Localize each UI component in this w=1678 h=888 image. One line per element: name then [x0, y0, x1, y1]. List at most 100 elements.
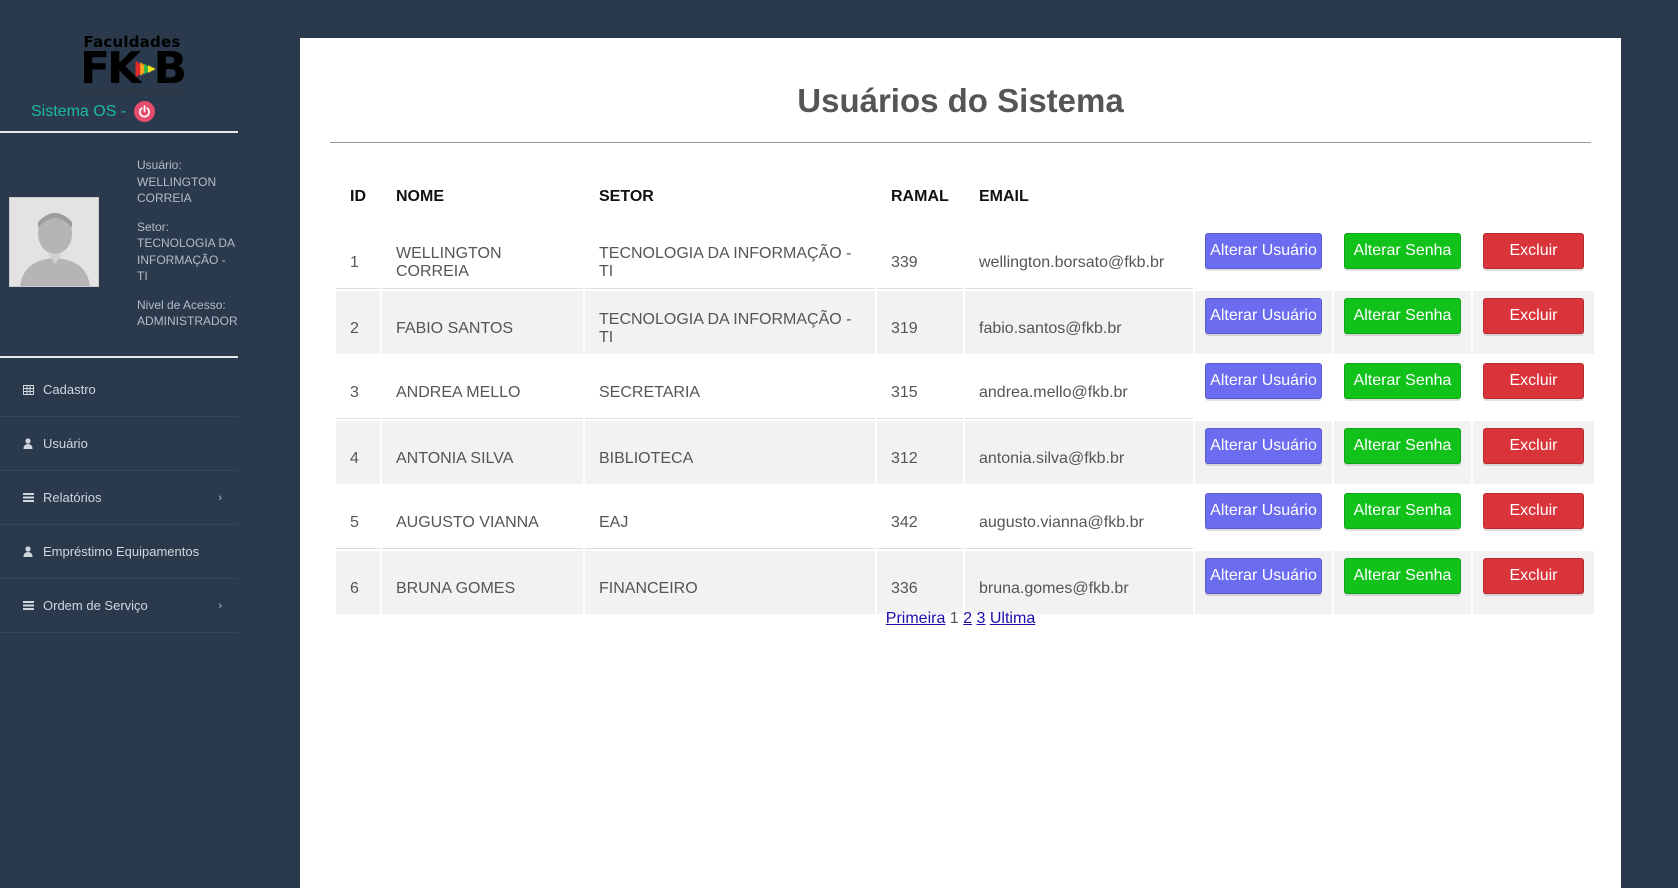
sector-label: Setor:: [137, 219, 170, 234]
table-header-row: ID NOME SETOR RAMAL EMAIL: [336, 170, 1594, 224]
user-value: WELLINGTON CORREIA: [137, 174, 217, 206]
cell-nome: ANDREA MELLO: [382, 356, 583, 419]
alterar-senha-button[interactable]: Alterar Senha: [1344, 363, 1461, 399]
users-table: ID NOME SETOR RAMAL EMAIL 1 WELLINGTON C…: [334, 168, 1596, 616]
user-icon: [22, 546, 34, 558]
cell-ramal: 336: [877, 551, 963, 614]
alterar-usuario-button[interactable]: Alterar Usuário: [1205, 493, 1322, 529]
alterar-usuario-button[interactable]: Alterar Usuário: [1205, 363, 1322, 399]
cell-ramal: 342: [877, 486, 963, 549]
alterar-usuario-button[interactable]: Alterar Usuário: [1205, 298, 1322, 334]
pagination-current-page: 1: [949, 610, 959, 627]
logo-letters-right: B: [153, 43, 187, 94]
cell-ramal: 339: [877, 226, 963, 289]
sidebar-item-label: Ordem de Serviço: [43, 598, 148, 613]
access-level-label: Nivel de Acesso:: [137, 297, 226, 312]
alterar-usuario-button[interactable]: Alterar Usuário: [1205, 558, 1322, 594]
fkb-logo: Faculdades FK B FUNDAÇÃO KARNIG BAZARIAN: [80, 35, 187, 98]
cell-email: andrea.mello@fkb.br: [965, 356, 1193, 419]
cell-nome: FABIO SANTOS: [382, 291, 583, 354]
excluir-button[interactable]: Excluir: [1483, 298, 1584, 334]
sidebar-item-relatorios[interactable]: Relatórios ›: [0, 471, 238, 525]
sidebar-item-cadastro[interactable]: Cadastro: [0, 363, 238, 417]
pagination-page-3-link[interactable]: 3: [977, 610, 986, 627]
alterar-senha-button[interactable]: Alterar Senha: [1344, 493, 1461, 529]
cell-nome: WELLINGTON CORREIA: [382, 226, 583, 289]
sector-value: TECNOLOGIA DA INFORMAÇÃO - TI: [137, 236, 235, 283]
alterar-senha-button[interactable]: Alterar Senha: [1344, 298, 1461, 334]
alterar-senha-button[interactable]: Alterar Senha: [1344, 558, 1461, 594]
title-divider: [330, 142, 1591, 143]
cell-setor: EAJ: [585, 486, 875, 549]
pagination-page-2-link[interactable]: 2: [963, 610, 972, 627]
column-header-nome: NOME: [396, 188, 444, 205]
user-label: Usuário:: [137, 158, 182, 172]
table-icon: [22, 384, 34, 396]
cell-nome: AUGUSTO VIANNA: [382, 486, 583, 549]
user-icon: [22, 438, 34, 450]
logo-letters-left: FK: [80, 43, 141, 94]
table-row: 6 BRUNA GOMES FINANCEIRO 336 bruna.gomes…: [336, 551, 1594, 614]
table-row: 3 ANDREA MELLO SECRETARIA 315 andrea.mel…: [336, 356, 1594, 419]
alterar-senha-button[interactable]: Alterar Senha: [1344, 428, 1461, 464]
sidebar-item-emprestimo-equipamentos[interactable]: Empréstimo Equipamentos: [0, 525, 238, 579]
pagination-first-link[interactable]: Primeira: [886, 610, 946, 627]
access-level-value: ADMINISTRADOR: [137, 314, 238, 328]
cell-id: 6: [336, 551, 380, 614]
cell-setor: BIBLIOTECA: [585, 421, 875, 484]
table-row: 5 AUGUSTO VIANNA EAJ 342 augusto.vianna@…: [336, 486, 1594, 549]
cell-ramal: 312: [877, 421, 963, 484]
cell-ramal: 319: [877, 291, 963, 354]
cell-setor: TECNOLOGIA DA INFORMAÇÃO - TI: [585, 291, 875, 354]
column-header-password: [1334, 170, 1471, 224]
sidebar-item-ordem-de-servico[interactable]: Ordem de Serviço ›: [0, 579, 238, 633]
brand-title: Sistema OS -: [31, 102, 127, 120]
column-header-id: ID: [350, 188, 366, 205]
column-header-ramal: RAMAL: [891, 188, 949, 205]
cell-nome: ANTONIA SILVA: [382, 421, 583, 484]
avatar: [9, 197, 99, 287]
table-row: 2 FABIO SANTOS TECNOLOGIA DA INFORMAÇÃO …: [336, 291, 1594, 354]
sidebar-item-label: Usuário: [43, 436, 88, 451]
alterar-usuario-button[interactable]: Alterar Usuário: [1205, 233, 1322, 269]
column-header-delete: [1473, 170, 1594, 224]
cell-id: 2: [336, 291, 380, 354]
excluir-button[interactable]: Excluir: [1483, 233, 1584, 269]
chevron-right-icon: ›: [218, 491, 222, 504]
main-panel: Usuários do Sistema ID NOME SETOR RAMAL …: [300, 38, 1621, 888]
user-profile: Usuário: WELLINGTON CORREIA Setor: TECNO…: [137, 157, 238, 342]
cell-email: wellington.borsato@fkb.br: [965, 226, 1193, 289]
sidebar-item-label: Empréstimo Equipamentos: [43, 544, 200, 559]
power-icon[interactable]: [134, 101, 156, 122]
cell-ramal: 315: [877, 356, 963, 419]
column-header-edit: [1195, 170, 1332, 224]
table-row: 4 ANTONIA SILVA BIBLIOTECA 312 antonia.s…: [336, 421, 1594, 484]
cell-setor: TECNOLOGIA DA INFORMAÇÃO - TI: [585, 226, 875, 289]
pagination-last-link[interactable]: Ultima: [990, 610, 1035, 627]
pagination: Primeira 1 2 3 Ultima: [300, 610, 1621, 628]
excluir-button[interactable]: Excluir: [1483, 558, 1584, 594]
column-header-email: EMAIL: [979, 188, 1029, 205]
column-header-setor: SETOR: [599, 188, 654, 205]
cell-setor: SECRETARIA: [585, 356, 875, 419]
cell-email: bruna.gomes@fkb.br: [965, 551, 1193, 614]
logo-subtitle: FUNDAÇÃO KARNIG BAZARIAN: [83, 89, 181, 95]
sidebar-item-usuario[interactable]: Usuário: [0, 417, 238, 471]
sidebar-item-label: Relatórios: [43, 490, 102, 505]
table-row: 1 WELLINGTON CORREIA TECNOLOGIA DA INFOR…: [336, 226, 1594, 289]
excluir-button[interactable]: Excluir: [1483, 428, 1584, 464]
excluir-button[interactable]: Excluir: [1483, 363, 1584, 399]
sidebar-item-label: Cadastro: [43, 382, 96, 397]
chevron-right-icon: ›: [218, 599, 222, 612]
sidebar-divider: [0, 356, 238, 358]
cell-setor: FINANCEIRO: [585, 551, 875, 614]
sidebar-divider: [0, 131, 238, 133]
excluir-button[interactable]: Excluir: [1483, 493, 1584, 529]
alterar-usuario-button[interactable]: Alterar Usuário: [1205, 428, 1322, 464]
page-title: Usuários do Sistema: [797, 82, 1124, 119]
cell-nome: BRUNA GOMES: [382, 551, 583, 614]
alterar-senha-button[interactable]: Alterar Senha: [1344, 233, 1461, 269]
cell-id: 1: [336, 226, 380, 289]
brand: Sistema OS -: [31, 101, 156, 122]
sidebar-menu: Cadastro Usuário Relatórios › Empréstimo…: [0, 363, 238, 633]
